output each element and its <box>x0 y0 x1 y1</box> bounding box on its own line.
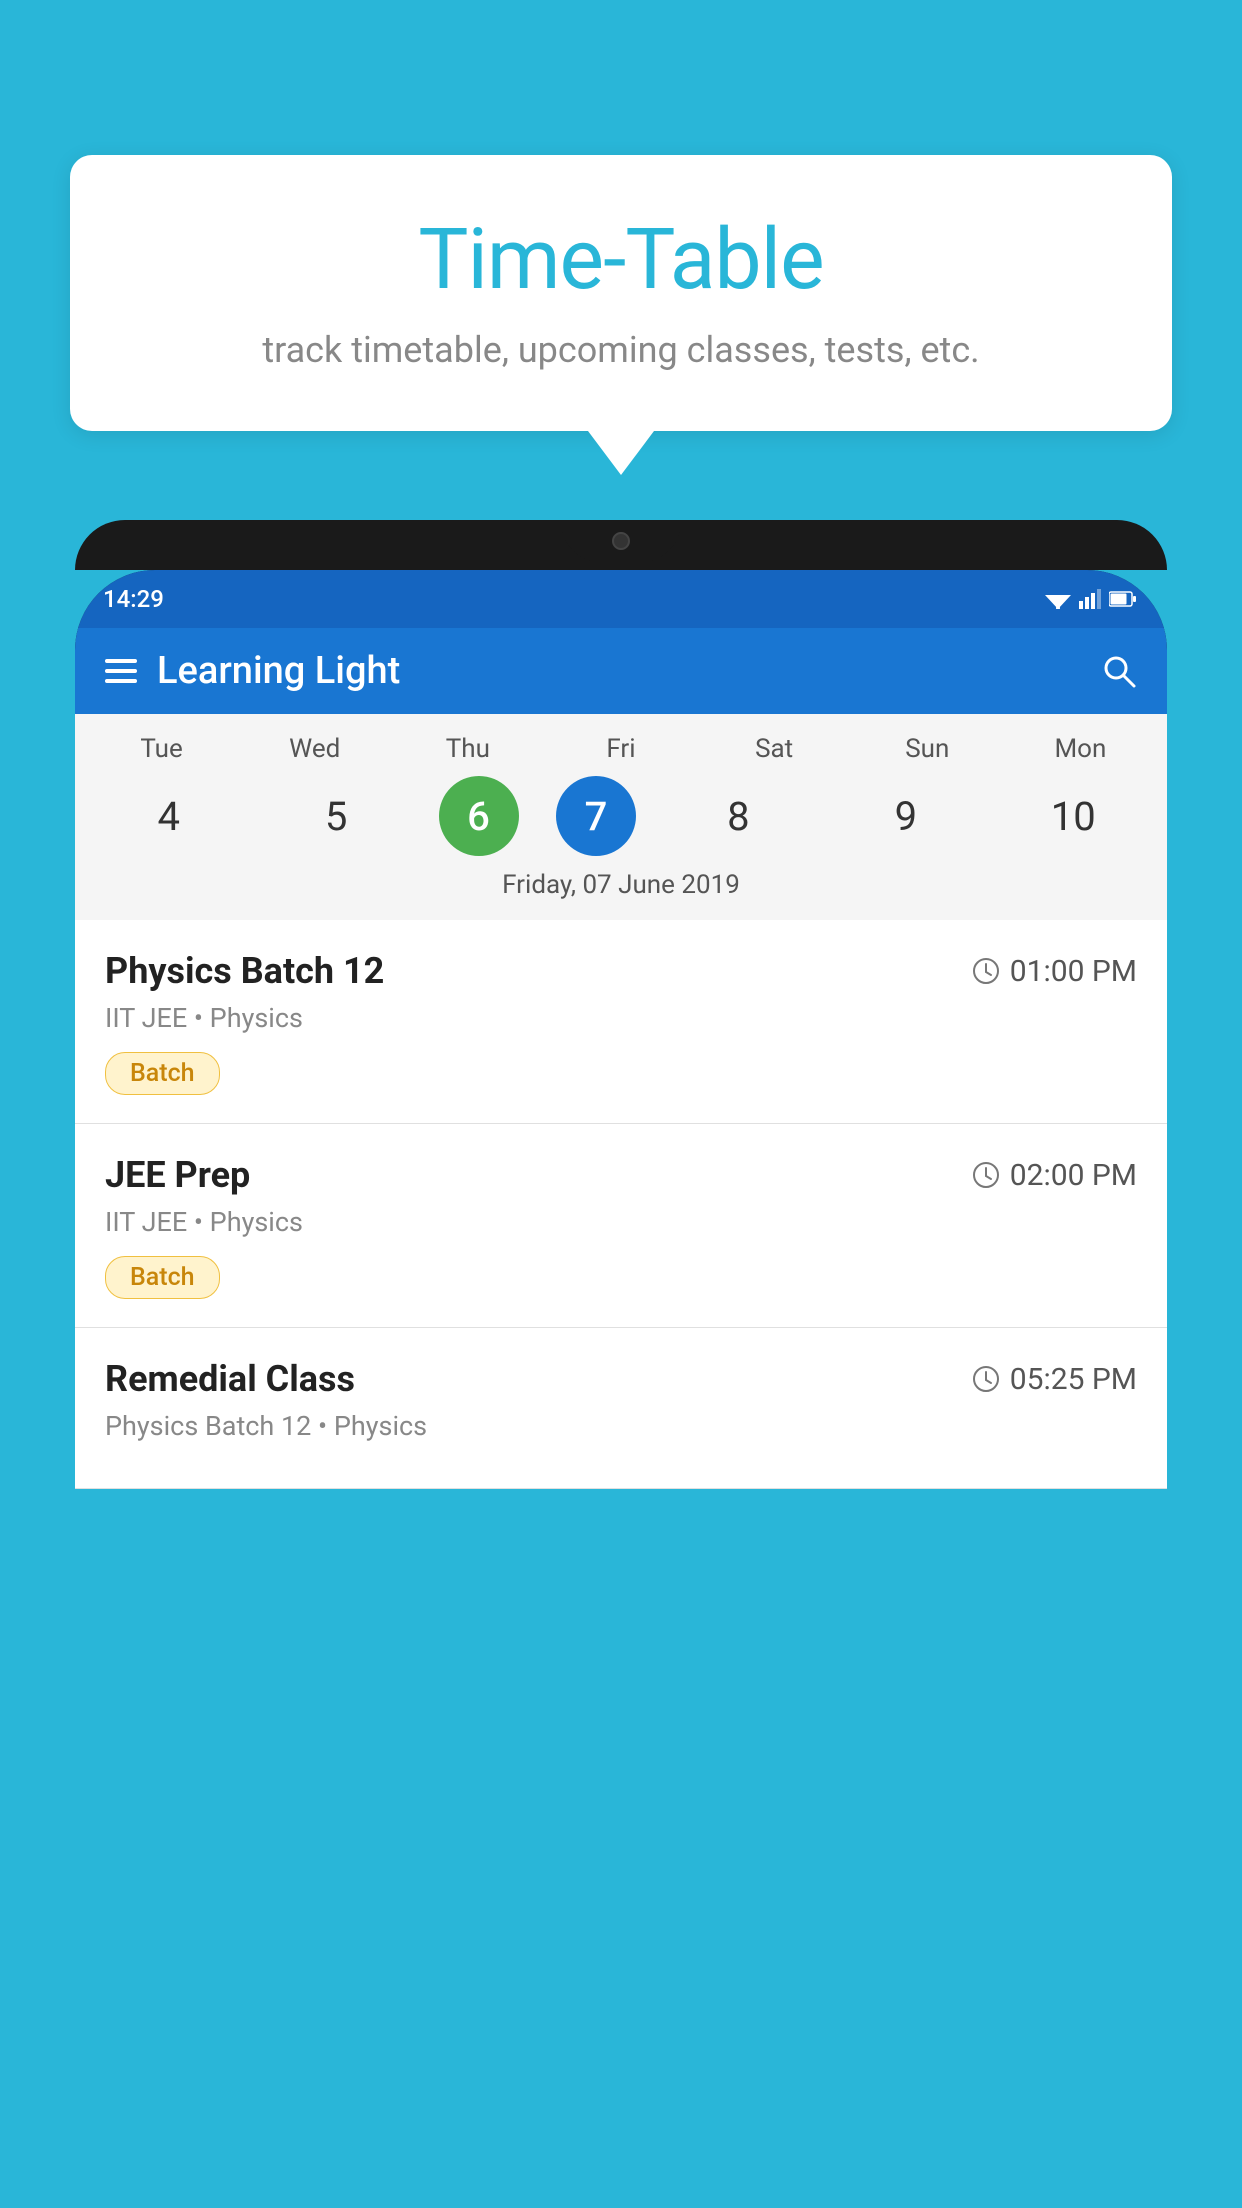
subtitle-3: Physics Batch 12 • Physics <box>105 1410 1137 1442</box>
search-icon[interactable] <box>1101 653 1137 689</box>
status-bar: 14:29 <box>75 570 1167 628</box>
batch-badge-2: Batch <box>105 1256 220 1299</box>
day-6-today[interactable]: 6 <box>439 776 519 856</box>
status-time: 14:29 <box>103 585 164 613</box>
bubble-title: Time-Table <box>130 210 1112 309</box>
phone-frame: 14:29 <box>75 570 1167 1489</box>
day-header-sun: Sun <box>862 734 992 764</box>
app-bar: Learning Light <box>75 628 1167 714</box>
selected-date-label: Friday, 07 June 2019 <box>85 870 1157 910</box>
class-time-3: 05:25 PM <box>972 1362 1137 1397</box>
speech-bubble: Time-Table track timetable, upcoming cla… <box>70 155 1172 431</box>
schedule-item-2[interactable]: JEE Prep 02:00 PM IIT JEE • Physics Batc… <box>75 1124 1167 1328</box>
time-3: 05:25 PM <box>1010 1362 1137 1397</box>
signal-icon <box>1079 589 1101 609</box>
day-header-sat: Sat <box>709 734 839 764</box>
status-icons <box>1045 589 1137 609</box>
schedule-item-1-header: Physics Batch 12 01:00 PM <box>105 950 1137 992</box>
phone-container: 14:29 <box>75 520 1167 2208</box>
day-header-fri: Fri <box>556 734 686 764</box>
day-8[interactable]: 8 <box>673 776 803 856</box>
day-numbers: 4 5 6 7 8 9 10 <box>85 776 1157 856</box>
subtitle-2: IIT JEE • Physics <box>105 1206 1137 1238</box>
day-header-mon: Mon <box>1015 734 1145 764</box>
day-5[interactable]: 5 <box>271 776 401 856</box>
day-9[interactable]: 9 <box>841 776 971 856</box>
phone-top-border <box>75 520 1167 570</box>
schedule-item-2-header: JEE Prep 02:00 PM <box>105 1154 1137 1196</box>
clock-icon-2 <box>972 1161 1000 1189</box>
schedule-item-1[interactable]: Physics Batch 12 01:00 PM IIT JEE • Phys… <box>75 920 1167 1124</box>
schedule-item-3[interactable]: Remedial Class 05:25 PM Physics Batch 12… <box>75 1328 1167 1489</box>
notch <box>561 520 681 562</box>
day-4[interactable]: 4 <box>104 776 234 856</box>
day-header-wed: Wed <box>250 734 380 764</box>
bubble-subtitle: track timetable, upcoming classes, tests… <box>130 329 1112 371</box>
clock-icon-1 <box>972 957 1000 985</box>
class-name-2: JEE Prep <box>105 1154 250 1196</box>
app-title: Learning Light <box>157 649 1101 693</box>
time-1: 01:00 PM <box>1010 954 1137 989</box>
time-2: 02:00 PM <box>1010 1158 1137 1193</box>
class-time-2: 02:00 PM <box>972 1158 1137 1193</box>
calendar-strip: Tue Wed Thu Fri Sat Sun Mon 4 5 6 7 8 9 … <box>75 714 1167 920</box>
schedule-item-3-header: Remedial Class 05:25 PM <box>105 1358 1137 1400</box>
class-name-1: Physics Batch 12 <box>105 950 384 992</box>
battery-icon <box>1109 590 1137 608</box>
day-header-tue: Tue <box>97 734 227 764</box>
batch-badge-1: Batch <box>105 1052 220 1095</box>
class-time-1: 01:00 PM <box>972 954 1137 989</box>
clock-icon-3 <box>972 1365 1000 1393</box>
menu-button[interactable] <box>105 659 137 683</box>
camera-dot <box>612 532 630 550</box>
day-header-thu: Thu <box>403 734 533 764</box>
class-name-3: Remedial Class <box>105 1358 355 1400</box>
day-7-selected[interactable]: 7 <box>556 776 636 856</box>
schedule-list: Physics Batch 12 01:00 PM IIT JEE • Phys… <box>75 920 1167 1489</box>
day-10[interactable]: 10 <box>1008 776 1138 856</box>
wifi-icon <box>1045 589 1071 609</box>
day-headers: Tue Wed Thu Fri Sat Sun Mon <box>85 734 1157 764</box>
subtitle-1: IIT JEE • Physics <box>105 1002 1137 1034</box>
